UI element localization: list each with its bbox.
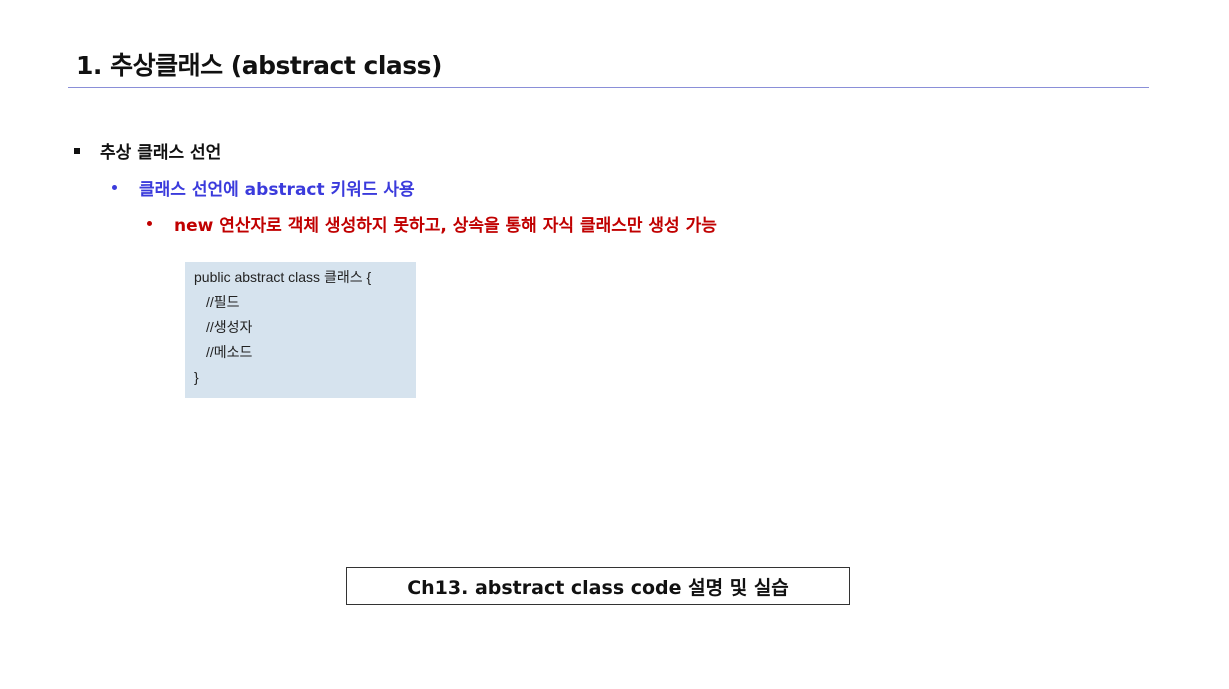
bullet-level2: 클래스 선언에 abstract 키워드 사용: [112, 175, 415, 200]
code-line: }: [194, 369, 199, 385]
slide-title: 1. 추상클래스 (abstract class): [76, 51, 442, 80]
bullet-level1: 추상 클래스 선언: [74, 138, 221, 163]
bullet-level1-text: 추상 클래스 선언: [100, 143, 222, 163]
title-divider: [68, 87, 1149, 88]
code-line: //생성자: [206, 319, 253, 335]
code-line: public abstract class 클래스 {: [194, 269, 372, 285]
square-bullet-icon: [74, 147, 80, 154]
code-example-box: public abstract class 클래스 { //필드 //생성자 /…: [185, 262, 416, 398]
slide: 1. 추상클래스 (abstract class) 추상 클래스 선언 클래스 …: [0, 0, 1229, 689]
dot-bullet-icon: [147, 221, 152, 226]
footer-label-box: Ch13. abstract class code 설명 및 실습: [346, 567, 850, 605]
bullet-level3-text: new 연산자로 객체 생성하지 못하고, 상속을 통해 자식 클래스만 생성 …: [174, 216, 717, 236]
code-line: //필드: [206, 294, 240, 310]
footer-label: Ch13. abstract class code 설명 및 실습: [407, 576, 789, 599]
bullet-level3: new 연산자로 객체 생성하지 못하고, 상속을 통해 자식 클래스만 생성 …: [147, 211, 717, 236]
bullet-level2-text: 클래스 선언에 abstract 키워드 사용: [139, 180, 415, 200]
code-line: //메소드: [206, 344, 253, 360]
dot-bullet-icon: [112, 185, 117, 190]
